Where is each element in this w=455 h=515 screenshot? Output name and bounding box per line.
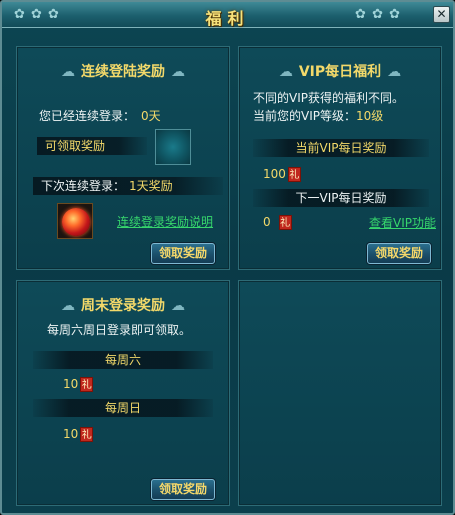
gift-icon: 礼 (278, 215, 292, 230)
fire-orb-icon (62, 208, 90, 236)
sunday-amount: 10 (63, 427, 79, 441)
login-reward-help-link[interactable]: 连续登录奖励说明 (117, 213, 213, 230)
gift-icon: 礼 (80, 377, 94, 392)
next-login-band: 下次连续登录： 1天奖励 (33, 177, 223, 195)
vip-level-row: 当前您的VIP等级：10级 (253, 107, 383, 124)
weekend-login-panel: ☁ 周末登录奖励 ☁ 每周六周日登录即可领取。 每周六 10 礼 每周日 10 礼 领取… (16, 280, 230, 506)
weekend-title: 周末登录奖励 (81, 298, 165, 314)
view-vip-features-link[interactable]: 查看VIP功能 (369, 214, 436, 231)
vip-level-label: 当前您的VIP等级： (253, 109, 356, 123)
sunday-band: 每周日 (33, 399, 213, 417)
next-login-label: 下次连续登录： (41, 179, 126, 193)
cloud-ornament-icon: ☁ (61, 64, 75, 80)
weekend-header: ☁ 周末登录奖励 ☁ (17, 295, 229, 315)
consecutive-login-panel: ☁ 连续登陆奖励 ☁ 您已经连续登录： 0天 可领取奖励 下次连续登录： 1天奖励 连续… (16, 46, 230, 270)
cloud-ornament-icon: ☁ (61, 298, 75, 314)
next-vip-amount: 0 (263, 215, 271, 229)
close-icon: ✕ (436, 7, 447, 21)
gift-icon: 礼 (287, 167, 301, 182)
vip-description: 不同的VIP获得的福利不同。 (253, 91, 404, 105)
saturday-amount: 10 (63, 377, 79, 391)
reward-slot[interactable] (155, 129, 191, 165)
title-ornament-right: ✿ ✿ ✿ (355, 7, 401, 22)
cloud-ornament-icon: ☁ (387, 64, 402, 80)
vip-claim-button[interactable]: 领取奖励 (367, 243, 431, 264)
gift-icon: 礼 (80, 427, 94, 442)
close-button[interactable]: ✕ (433, 6, 450, 23)
claimable-reward-band: 可领取奖励 (37, 137, 147, 155)
consecutive-login-header: ☁ 连续登陆奖励 ☁ (17, 61, 229, 81)
current-vip-reward: 100 礼 (263, 167, 301, 182)
vip-title: VIP每日福利 (298, 64, 382, 80)
current-vip-reward-band: 当前VIP每日奖励 (253, 139, 429, 157)
current-vip-amount: 100 (263, 167, 286, 181)
vip-level-value: 10级 (356, 109, 384, 123)
reward-item-slot[interactable] (57, 203, 93, 239)
next-vip-reward: 0礼 (263, 215, 292, 230)
cloud-ornament-icon: ☁ (171, 298, 185, 314)
sunday-reward: 10 礼 (63, 427, 94, 442)
cloud-ornament-icon: ☁ (171, 64, 185, 80)
title-bar[interactable]: ✿ ✿ ✿ 福利 ✿ ✿ ✿ ✕ (2, 2, 453, 28)
login-days-value: 0天 (141, 109, 161, 123)
login-days-row: 您已经连续登录： 0天 (39, 107, 161, 124)
login-days-label: 您已经连续登录： (39, 109, 136, 123)
welfare-window: ✿ ✿ ✿ 福利 ✿ ✿ ✿ ✕ ☁ 连续登陆奖励 ☁ 您已经连续登录： 0天 可领取… (0, 0, 455, 515)
cloud-ornament-icon: ☁ (278, 64, 293, 80)
weekend-description: 每周六周日登录即可领取。 (47, 323, 192, 337)
vip-header: ☁ VIP每日福利 ☁ (239, 61, 441, 81)
saturday-band: 每周六 (33, 351, 213, 369)
next-login-value: 1天奖励 (129, 179, 173, 193)
saturday-reward: 10 礼 (63, 377, 94, 392)
vip-panel: ☁ VIP每日福利 ☁ 不同的VIP获得的福利不同。 当前您的VIP等级：10级 当… (238, 46, 442, 270)
empty-panel (238, 280, 442, 506)
weekend-claim-button[interactable]: 领取奖励 (151, 479, 215, 500)
consecutive-claim-button[interactable]: 领取奖励 (151, 243, 215, 264)
next-vip-reward-band: 下一VIP每日奖励 (253, 189, 429, 207)
consecutive-login-title: 连续登陆奖励 (81, 64, 165, 80)
